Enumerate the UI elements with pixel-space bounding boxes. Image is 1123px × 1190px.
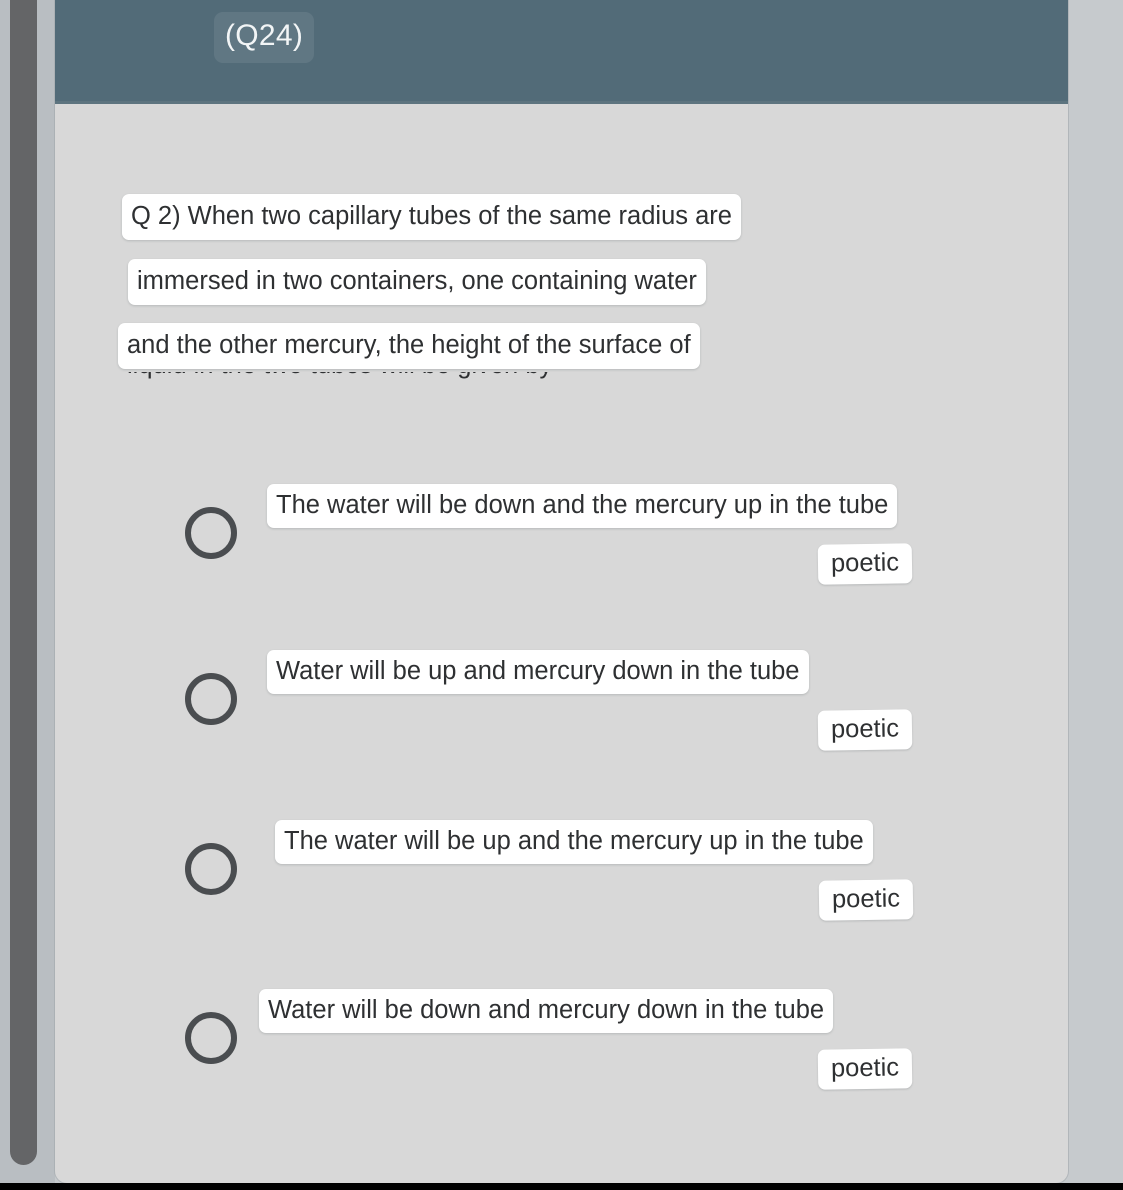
radio-button-option-3[interactable] [185, 843, 237, 895]
option-label-2[interactable]: Water will be up and mercury down in the… [267, 650, 809, 694]
question-stem-line-1: Q 2) When two capillary tubes of the sam… [122, 194, 741, 240]
vertical-scrollbar-thumb[interactable] [10, 0, 37, 1165]
radio-button-option-2[interactable] [185, 673, 237, 725]
question-stem-line-4-text: liquid in the two tubes will be given by [127, 372, 552, 380]
question-stem-line-4-clipped: liquid in the two tubes will be given by [118, 372, 798, 386]
option-label-1[interactable]: The water will be down and the mercury u… [267, 484, 898, 528]
question-content: Q 2) When two capillary tubes of the sam… [55, 104, 1068, 1183]
option-tag-3: poetic [818, 879, 914, 921]
radio-button-option-4[interactable] [185, 1012, 237, 1064]
radio-button-option-1[interactable] [185, 507, 237, 559]
app-header-bar: (Q24) [55, 0, 1068, 104]
option-tag-4: poetic [817, 1048, 913, 1090]
option-tag-1: poetic [817, 543, 913, 585]
question-stem-line-3: and the other mercury, the height of the… [118, 323, 700, 369]
option-tag-2: poetic [817, 709, 913, 751]
option-row[interactable]: The water will be up and the mercury up … [55, 820, 1068, 970]
question-card: (Q24) Q 2) When two capillary tubes of t… [55, 0, 1068, 1183]
question-number-badge: (Q24) [214, 12, 315, 63]
question-stem-line-2: immersed in two containers, one containi… [128, 259, 706, 305]
option-row[interactable]: Water will be up and mercury down in the… [55, 650, 1068, 800]
option-label-3[interactable]: The water will be up and the mercury up … [275, 820, 873, 864]
bottom-black-strip [0, 1183, 1123, 1190]
option-row[interactable]: The water will be down and the mercury u… [55, 484, 1068, 634]
option-row[interactable]: Water will be down and mercury down in t… [55, 989, 1068, 1139]
option-label-4[interactable]: Water will be down and mercury down in t… [259, 989, 834, 1033]
vertical-scrollbar-track[interactable] [0, 0, 55, 1183]
